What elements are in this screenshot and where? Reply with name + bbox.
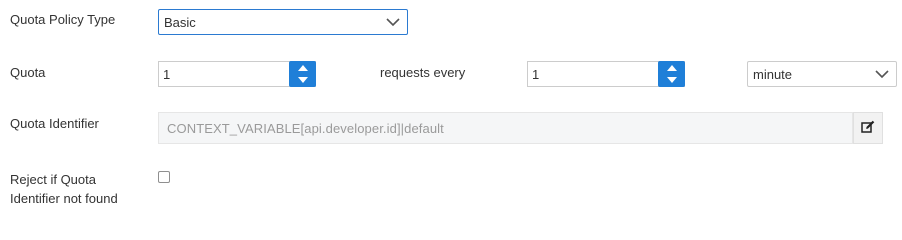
quota-interval-stepper[interactable]: 1 [527, 61, 685, 87]
quota-interval-value[interactable]: 1 [528, 67, 658, 82]
caret-down-icon[interactable] [666, 74, 677, 86]
quota-requests-value[interactable]: 1 [159, 67, 289, 82]
quota-policy-type-label: Quota Policy Type [10, 12, 116, 27]
quota-interval-spinner[interactable] [658, 61, 685, 87]
quota-unit-value: minute [753, 66, 793, 82]
quota-requests-stepper[interactable]: 1 [158, 61, 316, 87]
quota-policy-type-value: Basic [164, 14, 196, 30]
quota-label: Quota [10, 65, 46, 80]
quota-policy-type-select[interactable]: Basic [158, 9, 408, 35]
quota-identifier-field: CONTEXT_VARIABLE[api.developer.id]|defau… [158, 112, 853, 144]
reject-label-line1: Reject if Quota [10, 172, 96, 187]
caret-down-icon[interactable] [297, 74, 308, 86]
quota-requests-spinner[interactable] [289, 61, 316, 87]
caret-up-icon[interactable] [297, 62, 308, 74]
edit-icon [861, 120, 875, 137]
reject-label-line2: Identifier not found [10, 191, 118, 206]
requests-every-text: requests every [380, 65, 466, 80]
edit-identifier-button[interactable] [853, 112, 883, 144]
quota-unit-select[interactable]: minute [747, 61, 897, 87]
quota-identifier-value: CONTEXT_VARIABLE[api.developer.id]|defau… [167, 120, 444, 136]
reject-if-not-found-checkbox[interactable] [158, 171, 170, 183]
quota-identifier-label: Quota Identifier [10, 116, 99, 131]
chevron-down-icon [379, 10, 407, 34]
caret-up-icon[interactable] [666, 62, 677, 74]
chevron-down-icon [868, 62, 896, 86]
